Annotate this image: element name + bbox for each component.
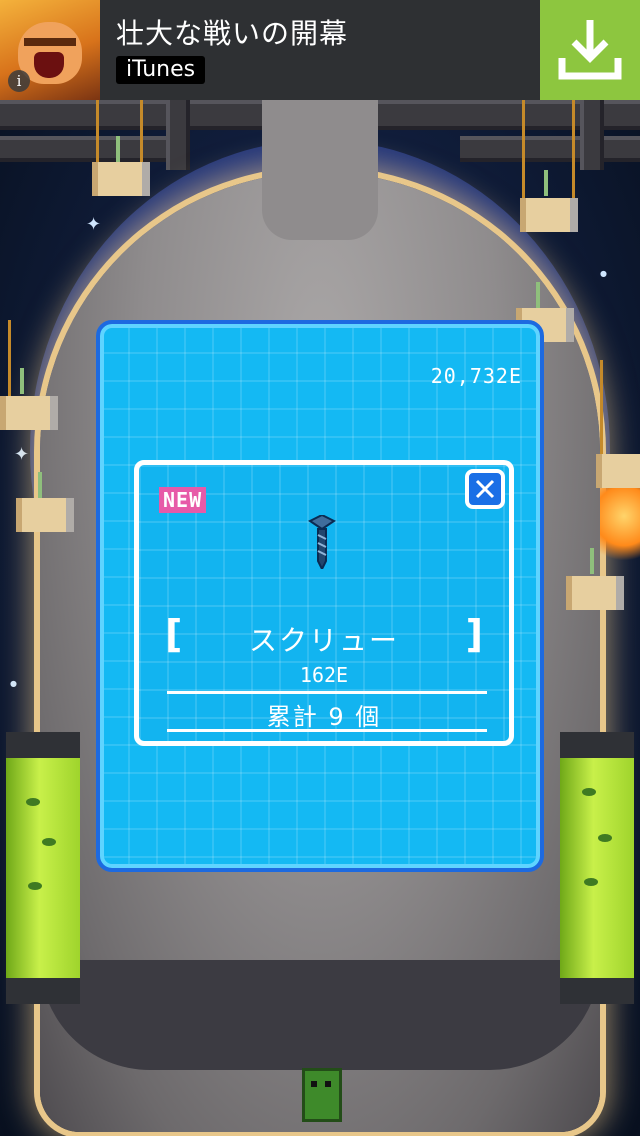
sprout-icon (38, 472, 42, 498)
screw-icon (308, 515, 336, 569)
right-growth-tank[interactable] (560, 732, 634, 1004)
green-creature[interactable] (302, 1068, 342, 1122)
pot-rope (140, 100, 143, 164)
star-icon: ● (10, 679, 17, 688)
star-icon: ✦ (86, 214, 102, 235)
ad-app-icon[interactable]: i (0, 0, 100, 100)
new-item-card: NEW [ スクリュー ] 162E 累計 9 個 (134, 460, 514, 746)
pot-rope (572, 100, 575, 198)
hanging-pot[interactable] (596, 454, 640, 488)
item-value: 162E (299, 663, 349, 687)
pot-rope (96, 100, 99, 164)
pot-rope (600, 360, 603, 460)
leaf-icon (598, 834, 612, 842)
star-icon: ✦ (14, 444, 30, 465)
right-vertical-pipe (580, 100, 604, 170)
leaf-icon (26, 798, 40, 806)
sprout-icon (590, 548, 594, 574)
ad-banner[interactable]: i 壮大な戦いの開幕 iTunes (0, 0, 640, 100)
leaf-icon (582, 788, 596, 796)
hanging-pot[interactable] (566, 576, 624, 610)
energy-counter: 20,732E (430, 364, 522, 388)
right-pipe (460, 136, 640, 162)
info-icon[interactable]: i (8, 70, 30, 92)
dome-base (40, 960, 600, 1070)
close-icon (475, 479, 495, 499)
close-button[interactable] (465, 469, 505, 509)
sprout-icon (116, 136, 120, 162)
left-growth-tank[interactable] (6, 732, 80, 1004)
ad-download-button[interactable] (540, 0, 640, 100)
divider (167, 729, 487, 732)
item-panel: 20,732E NEW [ スクリュー ] 162E 累計 9 個 (96, 320, 544, 872)
star-icon: ● (600, 269, 607, 278)
left-vertical-pipe (166, 100, 190, 170)
right-bracket: ] (465, 612, 483, 656)
total-count: 累計 9 個 (266, 703, 382, 731)
divider (167, 691, 487, 694)
ad-character-mouth (34, 52, 64, 78)
pot-rope (8, 320, 11, 400)
leaf-icon (28, 882, 42, 890)
hanging-pot[interactable] (0, 396, 58, 430)
hanging-pot[interactable] (92, 162, 150, 196)
sprout-icon (536, 282, 540, 308)
sprout-icon (20, 368, 24, 394)
item-name: スクリュー (248, 624, 399, 657)
ad-store-badge: iTunes (116, 56, 206, 84)
left-pipe (0, 136, 180, 162)
leaf-icon (584, 878, 598, 886)
leaf-icon (42, 838, 56, 846)
new-badge: NEW (159, 487, 207, 513)
dome-chimney (262, 100, 378, 240)
download-icon (558, 20, 622, 80)
pot-rope (522, 100, 525, 198)
ad-character-brow (24, 38, 76, 46)
sprout-icon (544, 170, 548, 196)
lava-glow (600, 480, 640, 570)
ad-title[interactable]: 壮大な戦いの開幕 (116, 12, 348, 52)
hanging-pot[interactable] (520, 198, 578, 232)
hanging-pot[interactable] (16, 498, 74, 532)
